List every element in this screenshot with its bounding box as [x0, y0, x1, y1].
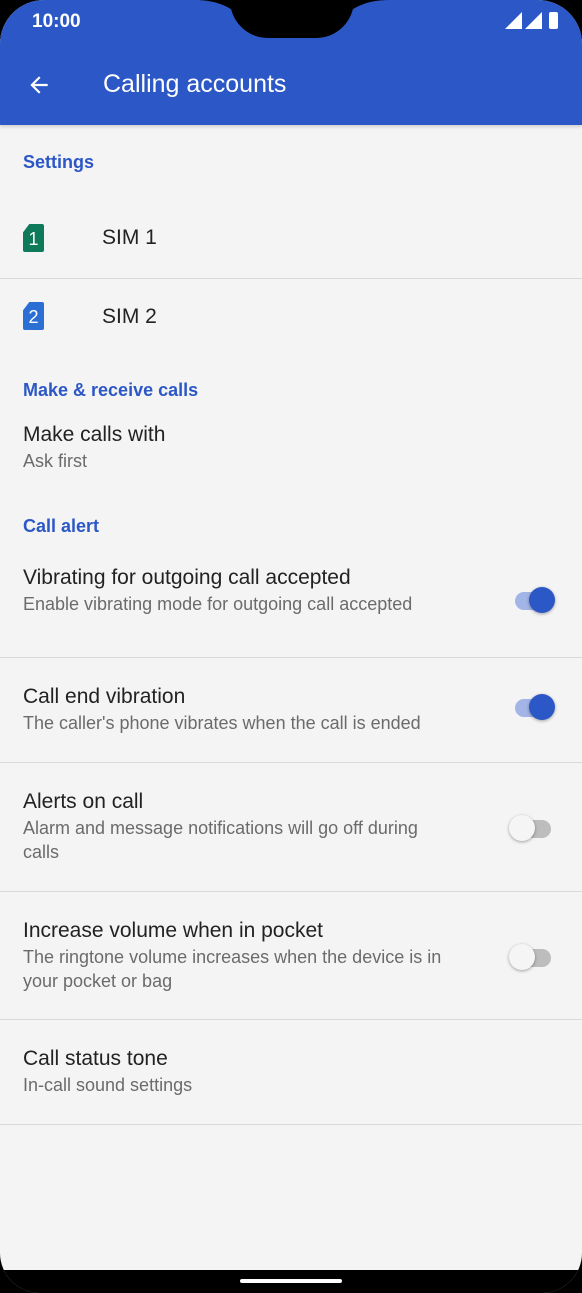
- signal-icon: [525, 12, 542, 29]
- call-end-vibration-summary: The caller's phone vibrates when the cal…: [23, 713, 421, 733]
- sim-card-2-icon: 2: [23, 302, 44, 330]
- call-end-vibration-toggle[interactable]: [509, 694, 555, 720]
- alerts-on-call-toggle[interactable]: [509, 815, 555, 841]
- vibrating-outgoing-item[interactable]: Vibrating for outgoing call accepted Ena…: [0, 552, 582, 658]
- vibrating-outgoing-toggle[interactable]: [509, 587, 555, 613]
- make-calls-with-title: Make calls with: [23, 423, 166, 446]
- sim-1-item[interactable]: 1 SIM 1: [0, 174, 582, 279]
- signal-icon: [505, 12, 522, 29]
- increase-volume-toggle[interactable]: [509, 944, 555, 970]
- increase-volume-summary: The ringtone volume increases when the d…: [23, 947, 442, 991]
- phone-screen: 10:00 Calling accounts Settings 1 SIM 1 …: [0, 0, 582, 1293]
- call-end-vibration-item[interactable]: Call end vibration The caller's phone vi…: [0, 658, 582, 763]
- status-time: 10:00: [32, 11, 81, 32]
- sim-card-1-icon: 1: [23, 224, 44, 252]
- section-header-settings: Settings: [23, 152, 95, 172]
- home-gesture-handle[interactable]: [240, 1279, 342, 1283]
- vibrating-outgoing-summary: Enable vibrating mode for outgoing call …: [23, 594, 413, 614]
- navigation-bar: [0, 1270, 582, 1293]
- sim-1-label: SIM 1: [102, 226, 157, 249]
- back-arrow-icon[interactable]: [26, 72, 52, 98]
- make-calls-with-value: Ask first: [23, 451, 88, 471]
- vibrating-outgoing-title: Vibrating for outgoing call accepted: [23, 566, 351, 589]
- app-bar: Calling accounts: [0, 46, 582, 125]
- section-header-make-receive-calls: Make & receive calls: [23, 380, 199, 400]
- increase-volume-item[interactable]: Increase volume when in pocket The ringt…: [0, 892, 582, 1020]
- call-end-vibration-title: Call end vibration: [23, 685, 186, 708]
- status-bar: 10:00: [0, 0, 582, 46]
- system-icons: [505, 12, 558, 29]
- increase-volume-title: Increase volume when in pocket: [23, 919, 323, 942]
- settings-list: Settings 1 SIM 1 2 SIM 2 Make & receive …: [0, 125, 582, 1125]
- call-status-tone-summary: In-call sound settings: [23, 1075, 193, 1095]
- sim-2-item[interactable]: 2 SIM 2: [0, 279, 582, 357]
- battery-icon: [549, 12, 558, 29]
- call-status-tone-title: Call status tone: [23, 1047, 168, 1070]
- page-title: Calling accounts: [103, 70, 287, 98]
- alerts-on-call-summary: Alarm and message notifications will go …: [23, 818, 418, 862]
- sim-2-label: SIM 2: [102, 305, 157, 328]
- alerts-on-call-title: Alerts on call: [23, 790, 144, 813]
- alerts-on-call-item[interactable]: Alerts on call Alarm and message notific…: [0, 763, 582, 892]
- call-status-tone-item[interactable]: Call status tone In-call sound settings: [0, 1020, 582, 1125]
- make-calls-with-item[interactable]: Make calls with Ask first: [0, 416, 582, 529]
